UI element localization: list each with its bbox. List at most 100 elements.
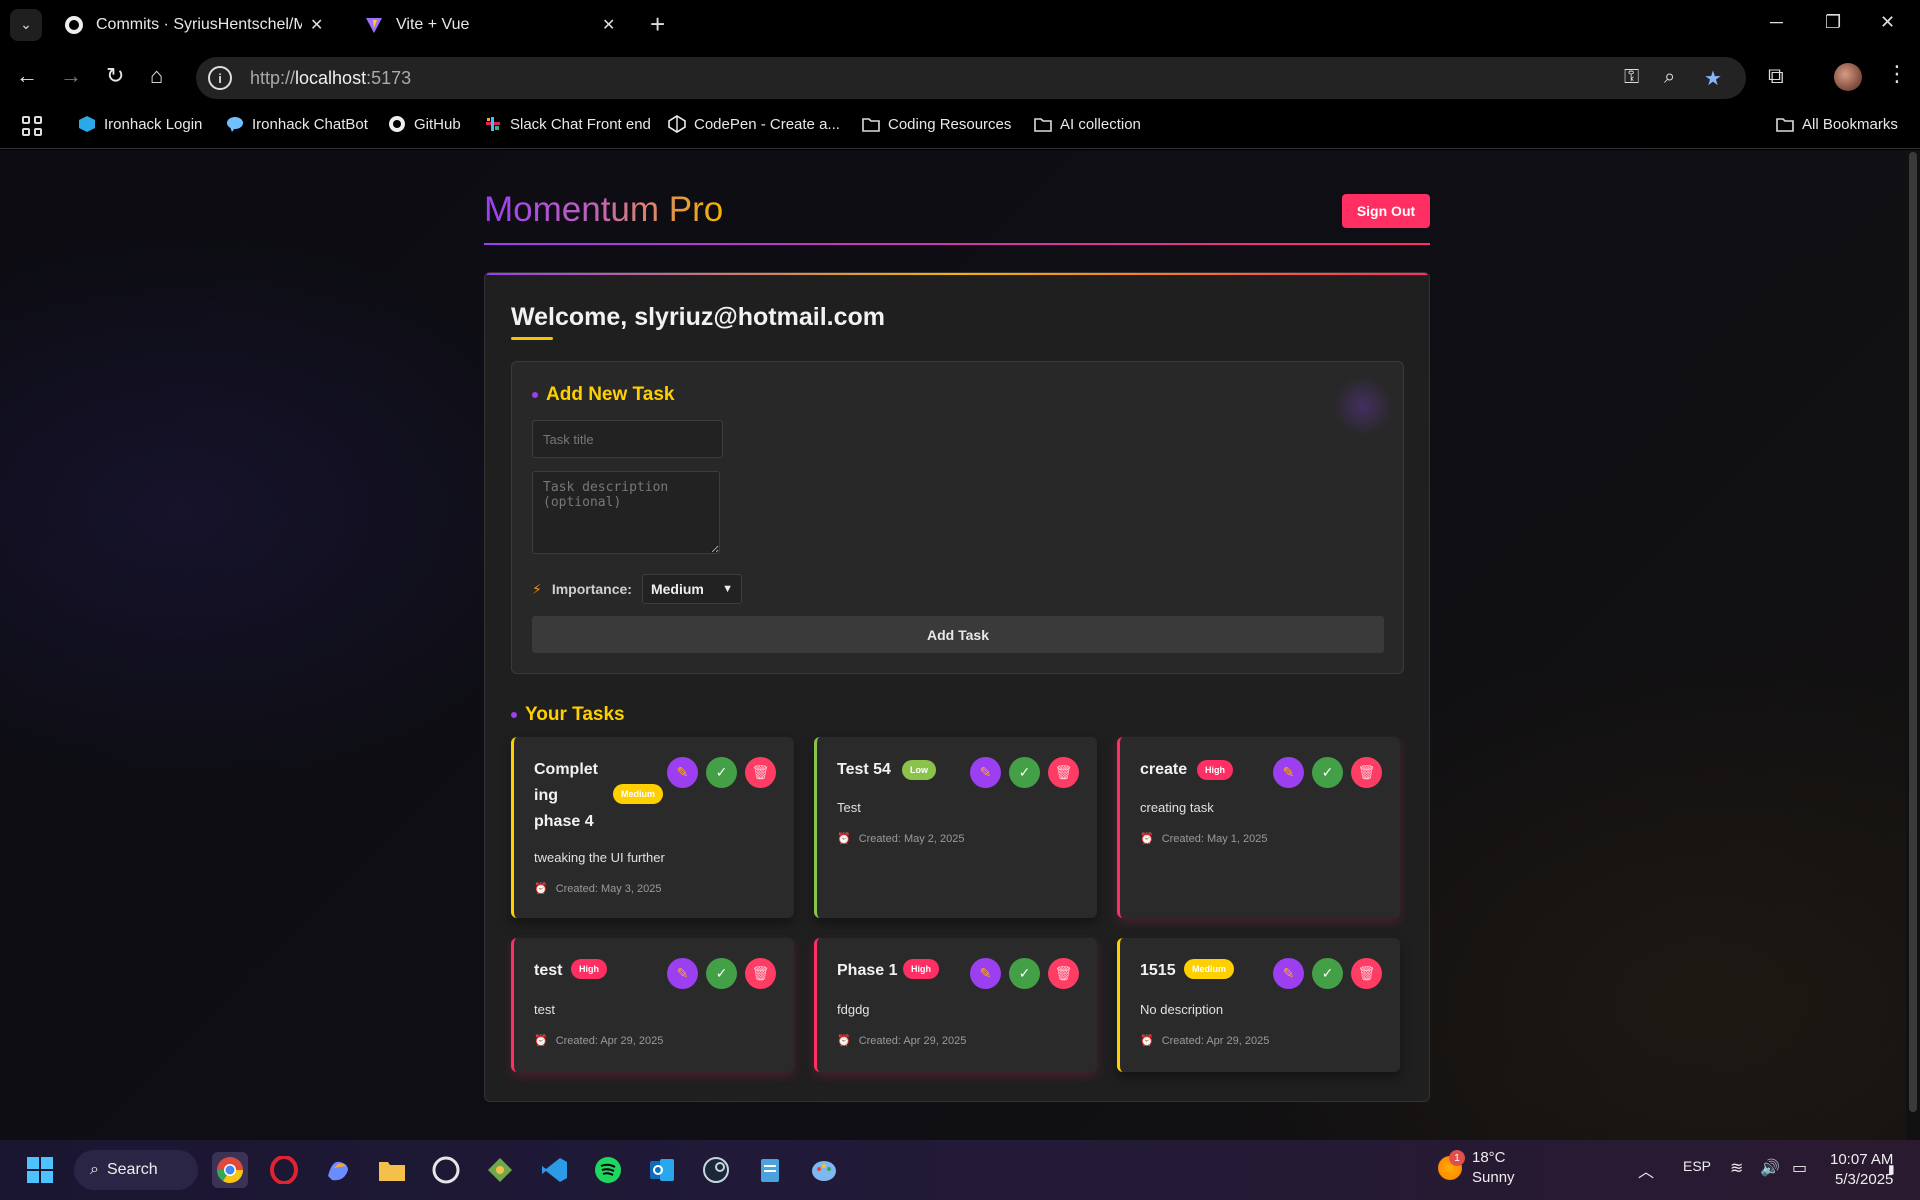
page-scrollbar[interactable] <box>1906 150 1920 1140</box>
bookmark-label: Slack Chat Front end <box>510 115 651 133</box>
importance-value: Medium <box>650 581 704 597</box>
paint-icon[interactable] <box>806 1152 842 1188</box>
edit-pencil-icon[interactable]: ✎ <box>970 958 1001 989</box>
scrollbar-thumb[interactable] <box>1909 152 1917 1112</box>
forward-icon[interactable]: → <box>60 63 82 89</box>
delete-trash-icon[interactable]: 🗑 <box>1048 757 1079 788</box>
delete-trash-icon[interactable]: 🗑 <box>745 757 776 788</box>
git-tool-icon[interactable] <box>482 1152 518 1188</box>
add-task-button[interactable]: Add Task <box>532 616 1384 653</box>
weather-condition: Sunny <box>1472 1169 1515 1186</box>
task-created-text: Created: May 1, 2025 <box>1161 832 1268 845</box>
bookmark-coding-resources[interactable]: Coding Resources <box>862 115 1011 133</box>
outlook-icon[interactable] <box>644 1152 680 1188</box>
importance-select[interactable]: Medium ▼ <box>641 574 742 604</box>
alarm-clock-icon: ⏰ <box>534 883 548 895</box>
notepad-icon[interactable] <box>752 1152 788 1188</box>
complete-check-icon[interactable]: ✓ <box>1009 958 1040 989</box>
app-title: Momentum Pro <box>484 190 724 229</box>
apps-grid-icon[interactable] <box>22 116 42 136</box>
steam-icon[interactable] <box>698 1152 734 1188</box>
edit-pencil-icon[interactable]: ✎ <box>1273 958 1304 989</box>
weather-widget[interactable]: 1 18°C Sunny <box>1438 1148 1515 1188</box>
copilot-icon[interactable] <box>320 1152 356 1188</box>
alarm-clock-icon: ⏰ <box>534 1035 548 1047</box>
back-icon[interactable]: ← <box>16 63 38 89</box>
bookmark-codepen[interactable]: CodePen - Create a... <box>668 115 840 133</box>
edit-pencil-icon[interactable]: ✎ <box>667 958 698 989</box>
task-actions: ✎ ✓ 🗑 <box>970 958 1079 989</box>
task-card: Complet ing phase 4 Medium ✎ ✓ 🗑 tweakin… <box>511 737 794 918</box>
bookmark-star-icon[interactable]: ★ <box>1704 66 1722 91</box>
edit-pencil-icon[interactable]: ✎ <box>1273 757 1304 788</box>
zoom-icon[interactable]: ⌕ <box>1664 66 1675 89</box>
new-tab-button[interactable]: + <box>650 10 665 38</box>
sign-out-button[interactable]: Sign Out <box>1342 194 1430 228</box>
wifi-icon[interactable]: ≋ <box>1730 1158 1743 1178</box>
bookmark-ironhack-login[interactable]: Ironhack Login <box>78 115 202 133</box>
edit-pencil-icon[interactable]: ✎ <box>970 757 1001 788</box>
complete-check-icon[interactable]: ✓ <box>1312 757 1343 788</box>
edit-pencil-icon[interactable]: ✎ <box>667 757 698 788</box>
spotify-icon[interactable] <box>590 1152 626 1188</box>
delete-trash-icon[interactable]: 🗑 <box>1351 757 1382 788</box>
tab-search-button[interactable]: ⌄ <box>10 8 42 41</box>
close-window-icon[interactable]: ✕ <box>1880 12 1895 33</box>
alarm-clock-icon: ⏰ <box>1140 1035 1154 1047</box>
task-title-input[interactable] <box>532 420 723 458</box>
github-icon <box>388 115 406 133</box>
home-icon[interactable]: ⌂ <box>150 63 163 89</box>
delete-trash-icon[interactable]: 🗑 <box>745 958 776 989</box>
site-info-icon[interactable]: i <box>208 66 232 90</box>
bookmark-ironhack-chatbot[interactable]: Ironhack ChatBot <box>226 115 368 133</box>
system-clock[interactable]: 10:07 AM 5/3/2025 <box>1830 1150 1893 1190</box>
complete-check-icon[interactable]: ✓ <box>706 958 737 989</box>
more-menu-icon[interactable]: ⋮ <box>1886 61 1908 87</box>
bookmark-label: All Bookmarks <box>1802 115 1898 133</box>
folder-icon <box>1034 115 1052 133</box>
language-indicator[interactable]: ESP <box>1683 1158 1711 1174</box>
close-icon[interactable]: ✕ <box>310 15 323 35</box>
file-explorer-icon[interactable] <box>374 1152 410 1188</box>
tab-github-commits[interactable]: Commits · SyriusHentschel/Momentum ✕ <box>50 6 340 43</box>
bookmark-github[interactable]: GitHub <box>388 115 461 133</box>
url-text[interactable]: http://localhost:5173 <box>250 68 411 89</box>
chevron-up-icon[interactable]: ︿ <box>1638 1158 1654 1182</box>
tab-vite-vue[interactable]: Vite + Vue ✕ <box>350 6 640 43</box>
task-created-text: Created: Apr 29, 2025 <box>555 1034 664 1047</box>
reload-icon[interactable]: ↻ <box>106 63 124 89</box>
delete-trash-icon[interactable]: 🗑 <box>1351 958 1382 989</box>
taskbar-search[interactable]: ⌕ Search <box>74 1150 198 1190</box>
task-description: tweaking the UI further <box>534 850 665 865</box>
whatsapp-icon[interactable] <box>428 1152 464 1188</box>
vscode-icon[interactable] <box>536 1152 572 1188</box>
extensions-icon[interactable]: ⧉ <box>1768 63 1784 89</box>
opera-icon[interactable] <box>266 1152 302 1188</box>
chrome-icon[interactable] <box>212 1152 248 1188</box>
bookmark-slack[interactable]: Slack Chat Front end <box>484 115 651 133</box>
delete-trash-icon[interactable]: 🗑 <box>1048 958 1079 989</box>
task-created-text: Created: May 2, 2025 <box>858 832 965 845</box>
volume-icon[interactable]: 🔊 <box>1760 1158 1780 1178</box>
complete-check-icon[interactable]: ✓ <box>1009 757 1040 788</box>
address-bar[interactable]: i http://localhost:5173 ⚿ ⌕ ★ <box>196 57 1746 99</box>
profile-avatar[interactable] <box>1834 63 1862 91</box>
restore-icon[interactable]: ❐ <box>1825 12 1841 33</box>
priority-badge: Medium <box>613 784 664 804</box>
bookmark-ai-collection[interactable]: AI collection <box>1034 115 1141 133</box>
windows-start-icon[interactable] <box>22 1152 58 1188</box>
task-title: 1515 <box>1140 962 1176 979</box>
task-description-input[interactable] <box>532 471 720 554</box>
task-card: Phase 1 High ✎ ✓ 🗑 fdgdg ⏰ Created: Apr … <box>814 938 1097 1072</box>
password-key-icon[interactable]: ⚿ <box>1624 66 1639 89</box>
task-title-line: phase 4 <box>534 813 594 830</box>
all-bookmarks[interactable]: All Bookmarks <box>1776 115 1898 133</box>
url-scheme: http:// <box>250 67 296 88</box>
complete-check-icon[interactable]: ✓ <box>706 757 737 788</box>
minimize-icon[interactable]: ─ <box>1770 12 1783 33</box>
task-title: test <box>534 962 563 979</box>
close-icon[interactable]: ✕ <box>602 15 615 35</box>
battery-icon[interactable]: ▭ <box>1792 1158 1807 1178</box>
complete-check-icon[interactable]: ✓ <box>1312 958 1343 989</box>
notifications-icon[interactable]: ▮ <box>1888 1162 1895 1176</box>
